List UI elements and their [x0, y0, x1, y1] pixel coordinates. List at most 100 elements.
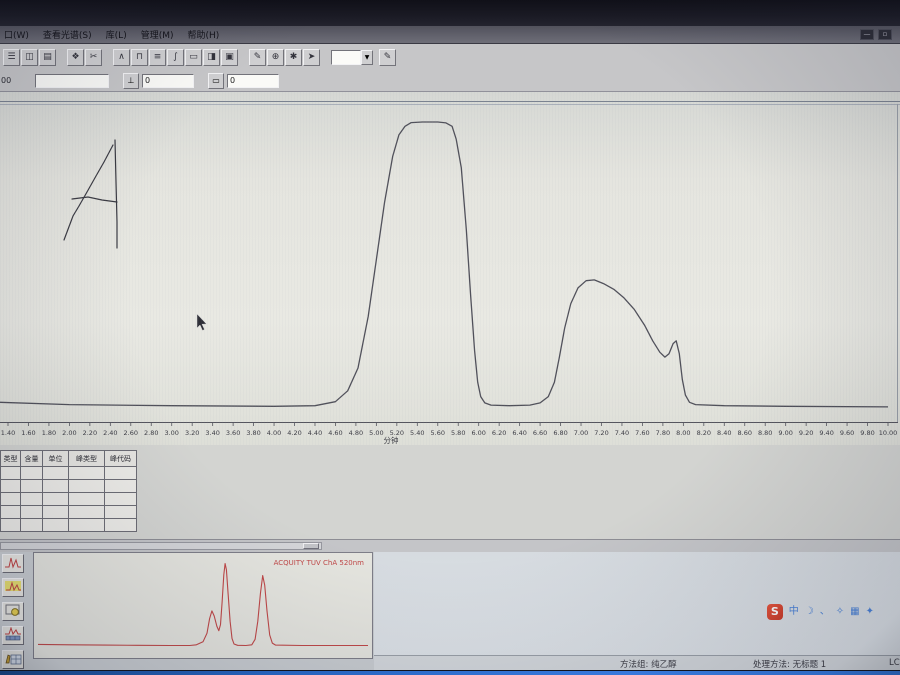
scrollbar-thumb[interactable] — [303, 543, 319, 549]
main-chromatogram-svg: 1.40 1.60 1.80 2.00 2.20 2.40 2.60 2.80 3.00 3.20… — [0, 101, 900, 445]
stack-plots-icon[interactable]: ≡ — [149, 48, 166, 66]
x-tick-label: 10.00 — [879, 429, 898, 437]
maximize-button[interactable]: ▫ — [878, 29, 892, 40]
x-tick-label: 2.00 — [62, 429, 76, 437]
dropdown-value[interactable] — [331, 49, 361, 65]
peak-marker-icon[interactable]: ⊥ — [123, 72, 139, 89]
table-header-1: 类型 — [0, 450, 21, 467]
keyboard-icon[interactable]: ▦ — [850, 606, 859, 618]
apply-icon[interactable]: ➤ — [303, 48, 320, 66]
menu-item-4[interactable]: 管理(M) — [141, 28, 174, 41]
menu-item-3[interactable]: 库(L) — [106, 28, 127, 41]
x-tick-label: 7.00 — [574, 429, 588, 437]
table-cell[interactable] — [0, 505, 21, 519]
cut-region-icon[interactable]: ✂ — [85, 48, 102, 66]
table-cell[interactable] — [42, 479, 69, 493]
table-cell[interactable] — [0, 479, 21, 493]
moon-icon[interactable]: ☽ — [805, 606, 814, 618]
grid-view-icon[interactable]: ▣ — [221, 48, 238, 66]
table-cell[interactable] — [68, 479, 105, 493]
edit-annotation-icon[interactable]: ✎ — [379, 48, 396, 66]
x-tick-label: 7.80 — [656, 429, 670, 437]
name-input[interactable] — [35, 73, 109, 88]
punctuation-icon[interactable]: 、 — [820, 606, 830, 618]
x-tick-label: 3.40 — [205, 429, 219, 437]
x-tick-label: 4.80 — [349, 429, 363, 437]
table-cell[interactable] — [68, 466, 105, 480]
table-cell[interactable] — [68, 492, 105, 506]
x-tick-label: 5.80 — [451, 429, 465, 437]
peak-pick-icon[interactable]: ∧ — [113, 48, 130, 66]
horizontal-scrollbar[interactable] — [0, 542, 322, 550]
x-tick-label: 5.00 — [369, 429, 383, 437]
table-cell[interactable] — [104, 492, 137, 506]
table-cell[interactable] — [42, 518, 69, 532]
chromatogram-red-view-button[interactable] — [2, 554, 24, 573]
window-layout-icon[interactable]: ◫ — [21, 48, 38, 66]
menu-list-icon[interactable]: ☰ — [3, 48, 20, 66]
edit-table-button[interactable] — [2, 650, 24, 669]
table-row — [0, 466, 137, 480]
minimize-button[interactable]: — — [860, 29, 874, 40]
x-tick-label: 2.40 — [103, 429, 117, 437]
chromatogram-trace — [0, 121, 889, 408]
scale-dropdown[interactable]: ▼ — [331, 49, 373, 65]
table-row — [0, 479, 137, 493]
split-view-icon[interactable]: ◨ — [203, 48, 220, 66]
table-cell[interactable] — [20, 466, 43, 480]
clear-icon[interactable]: ✱ — [285, 48, 302, 66]
table-cell[interactable] — [42, 492, 69, 506]
table-cell[interactable] — [0, 466, 21, 480]
x-axis-label: 分钟 — [384, 435, 399, 445]
review-icon[interactable]: ❖ — [67, 48, 84, 66]
title-bar — [0, 0, 900, 26]
table-cell[interactable] — [0, 492, 21, 506]
x-tick-label: 3.80 — [246, 429, 260, 437]
integrate-icon[interactable]: ∫ — [167, 48, 184, 66]
table-cell[interactable] — [68, 505, 105, 519]
table-cell[interactable] — [20, 518, 43, 532]
peak-count-input[interactable] — [142, 73, 194, 88]
table-cell[interactable] — [20, 479, 43, 493]
peaks-table-view-button[interactable] — [2, 626, 24, 645]
menu-item-1[interactable]: 口(W) — [4, 28, 29, 41]
toolbox-icon[interactable]: ✦ — [866, 606, 874, 618]
x-tick-label: 7.40 — [615, 429, 629, 437]
annotation-stroke — [71, 196, 118, 203]
table-cell[interactable] — [104, 479, 137, 493]
table-cell[interactable] — [20, 505, 43, 519]
chevron-down-icon[interactable]: ▼ — [361, 49, 373, 65]
sparkle-icon[interactable]: ✧ — [836, 606, 844, 618]
table-cell[interactable] — [42, 466, 69, 480]
tray-icons: 中 ☽ 、 ✧ ▦ ✦ — [789, 606, 874, 618]
zoom-icon[interactable]: ⊕ — [267, 48, 284, 66]
x-tick-label: 9.80 — [860, 429, 874, 437]
code-count-input[interactable] — [227, 73, 279, 88]
x-tick-label: 1.80 — [42, 429, 56, 437]
table-cell[interactable] — [20, 492, 43, 506]
preview-chromatogram-panel[interactable]: ACQUITY TUV ChA 520nm — [33, 552, 373, 659]
x-tick-label: 8.40 — [717, 429, 731, 437]
baseline-icon[interactable]: ⊓ — [131, 48, 148, 66]
peak-results-table[interactable]: 类型 含量 单位 峰类型 峰代码 — [0, 450, 137, 532]
sogou-logo[interactable]: S — [766, 604, 783, 620]
table-cell[interactable] — [104, 466, 137, 480]
chromatogram-yellow-view-button[interactable] — [2, 578, 24, 597]
table-cell[interactable] — [104, 505, 137, 519]
zoom-preview-button[interactable] — [2, 602, 24, 621]
menu-item-5[interactable]: 帮助(H) — [188, 28, 220, 41]
table-cell[interactable] — [68, 518, 105, 532]
annotate-icon[interactable]: ✎ — [249, 48, 266, 66]
report-view-icon[interactable]: ▤ — [39, 48, 56, 66]
chinese-mode-icon[interactable]: 中 — [789, 606, 799, 618]
table-cell[interactable] — [104, 518, 137, 532]
menu-item-2[interactable]: 查看光谱(S) — [43, 28, 92, 41]
annotation-stroke — [114, 139, 118, 249]
code-marker-icon[interactable]: ▭ — [208, 72, 224, 89]
x-tick-label: 6.80 — [553, 429, 567, 437]
table-cell[interactable] — [42, 505, 69, 519]
chromatogram-plot-area[interactable]: 1.40 1.60 1.80 2.00 2.20 2.40 2.60 2.80 3.00 3.20… — [0, 92, 900, 445]
preview-tool-column — [2, 554, 30, 669]
table-cell[interactable] — [0, 518, 21, 532]
region-icon[interactable]: ▭ — [185, 48, 202, 66]
